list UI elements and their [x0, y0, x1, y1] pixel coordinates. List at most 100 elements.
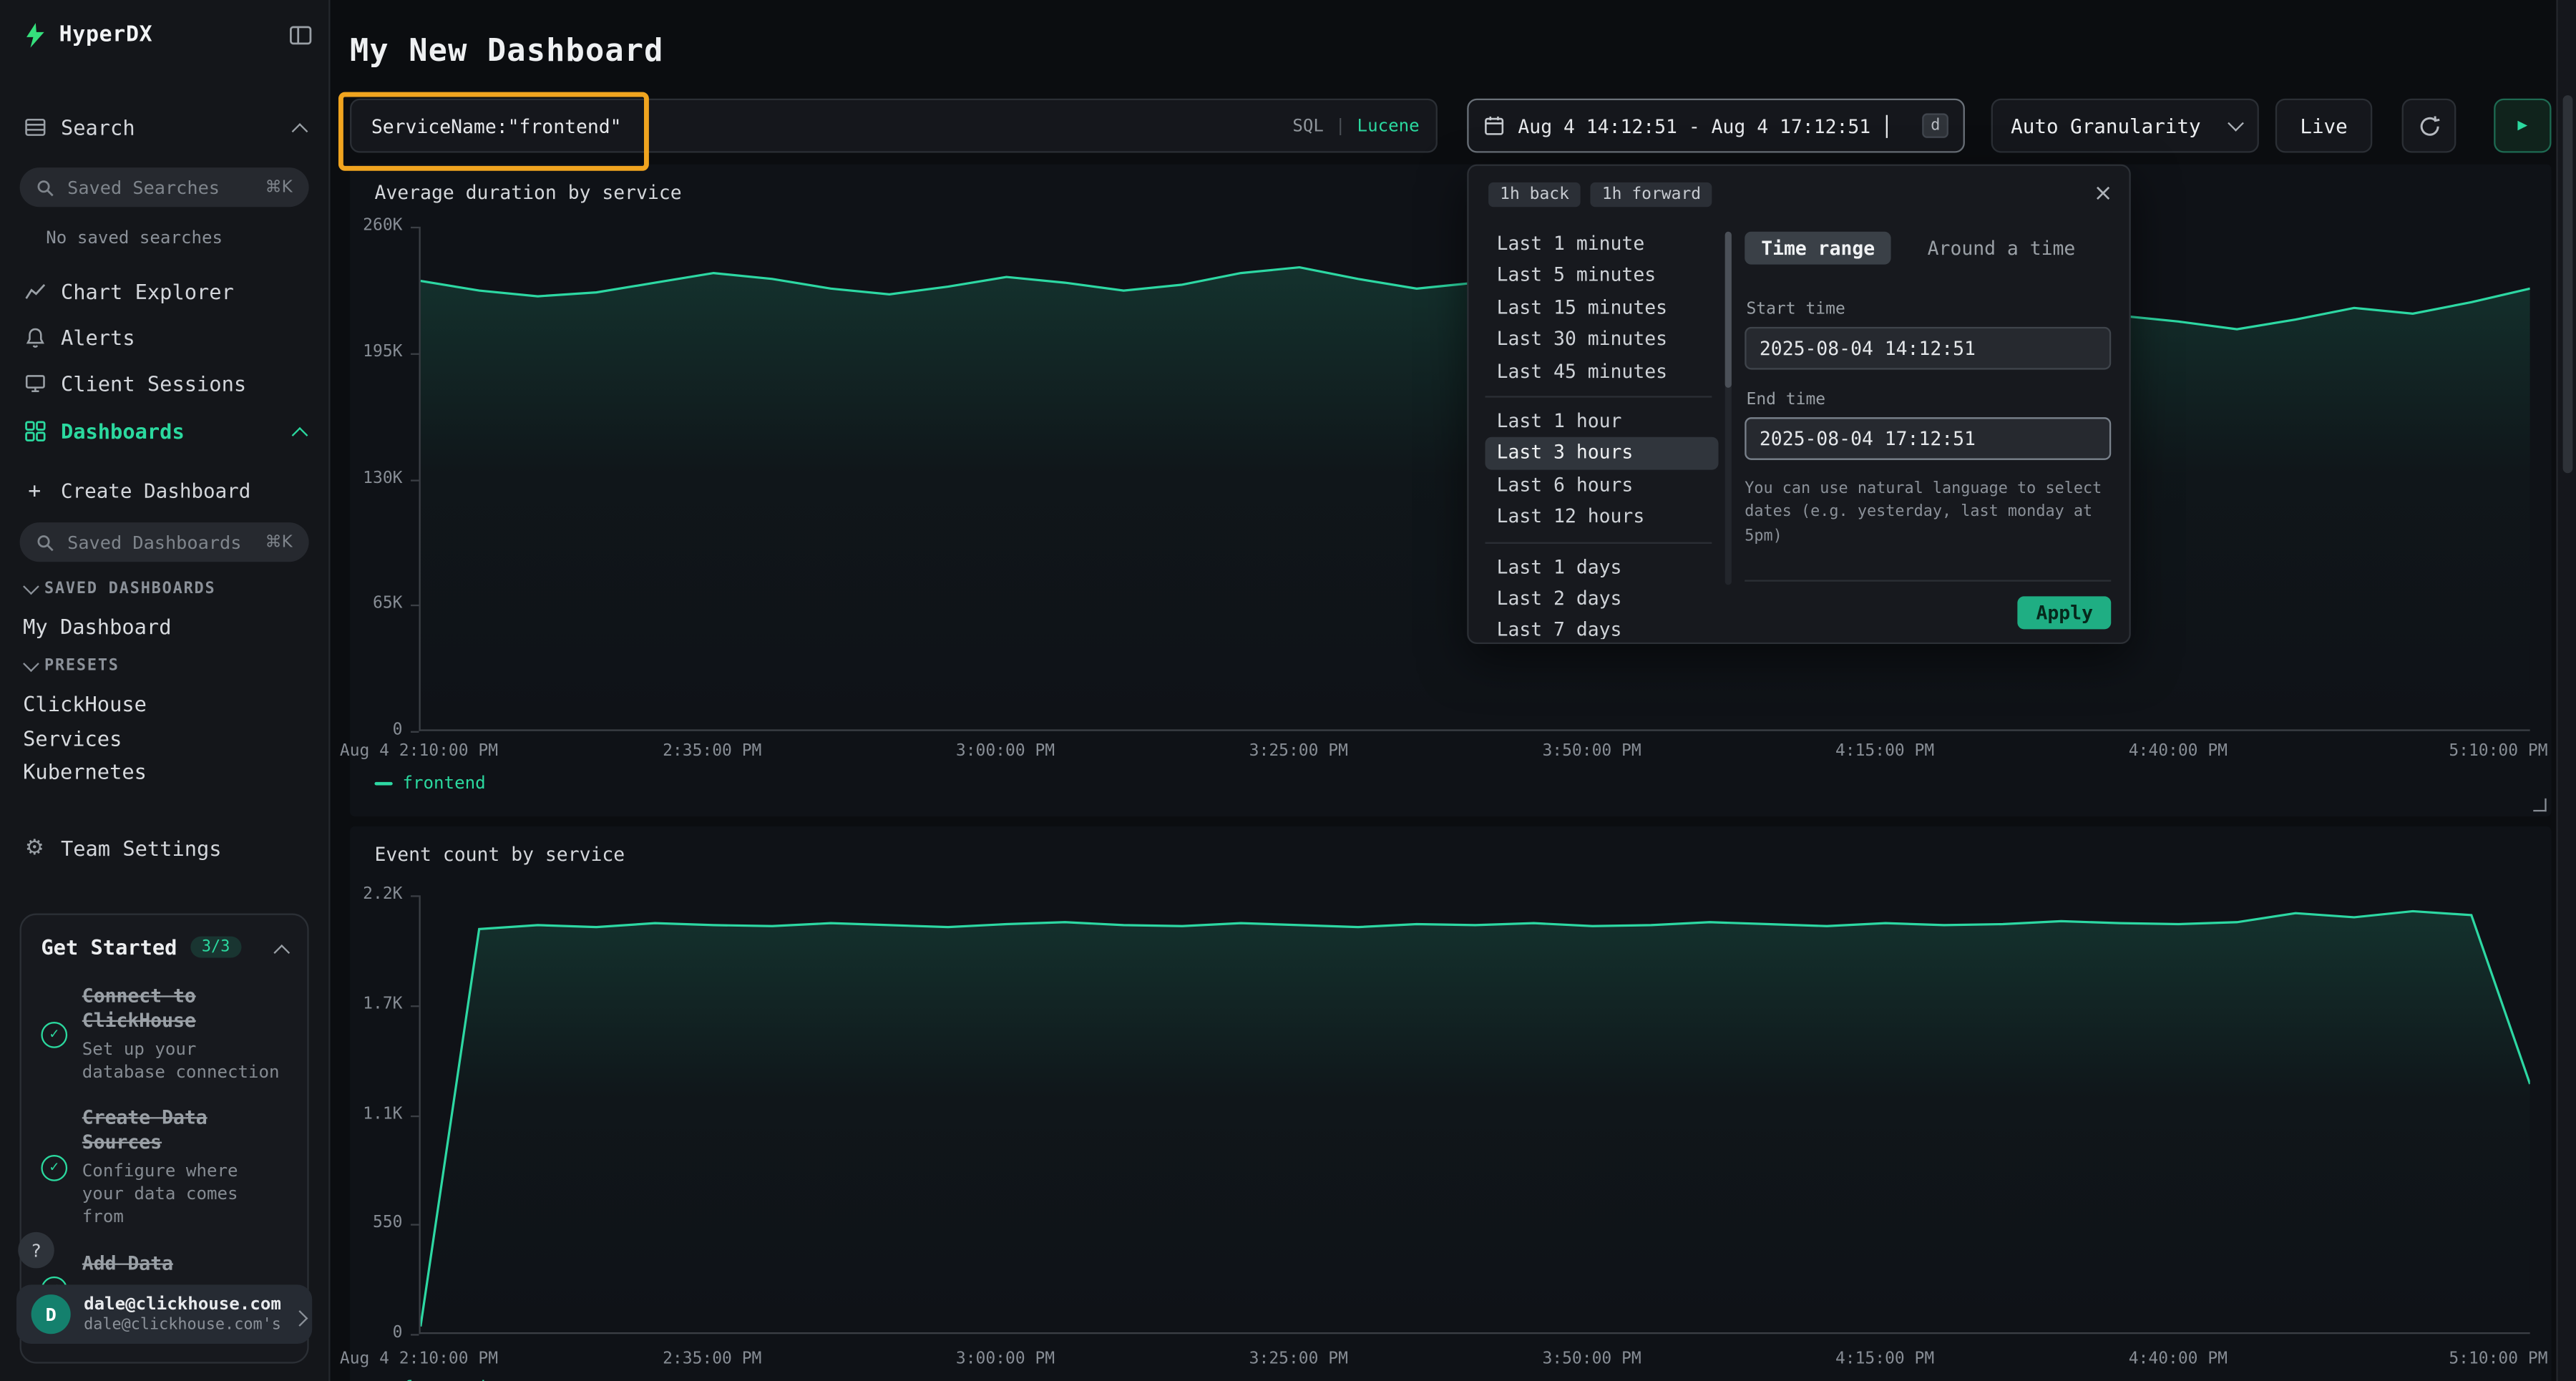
sidebar-collapse-icon[interactable]	[289, 24, 312, 45]
sidebar-item-chart-explorer[interactable]: Chart Explorer	[0, 273, 328, 309]
query-field[interactable]	[368, 112, 1292, 139]
monitor-icon	[23, 372, 46, 394]
chevron-up-icon	[276, 932, 288, 963]
time-option[interactable]: Last 15 minutes	[1485, 292, 1718, 324]
divider	[1485, 542, 1712, 543]
y-axis-label: 2.2K	[363, 885, 402, 903]
chevron-down-icon	[23, 578, 39, 595]
plus-icon: +	[23, 479, 46, 503]
scrollbar-thumb[interactable]	[1725, 232, 1732, 388]
close-icon[interactable]: ×	[2094, 182, 2113, 205]
shift-back-button[interactable]: 1h back	[1488, 182, 1581, 206]
check-icon: ✓	[41, 1155, 67, 1181]
y-axis-label: 1.1K	[363, 1105, 402, 1123]
calendar-icon	[1483, 115, 1505, 137]
x-axis-label: 4:40:00 PM	[2129, 1350, 2228, 1368]
task-desc: Set up your database connection	[82, 1038, 288, 1085]
sidebar-item-search[interactable]: Search	[0, 109, 328, 145]
run-query-button[interactable]: ▶	[2494, 99, 2551, 153]
start-time-label: Start time	[1747, 301, 2112, 318]
x-axis-label: 2:35:00 PM	[663, 743, 761, 761]
sql-toggle[interactable]: SQL	[1292, 116, 1324, 136]
saved-dashboards-field[interactable]	[64, 530, 255, 554]
page-scrollbar[interactable]	[2556, 0, 2576, 1381]
popover-scrollbar[interactable]	[1725, 232, 1732, 585]
chart-legend[interactable]: frontend	[374, 774, 485, 794]
chart-legend[interactable]: frontend	[374, 1378, 485, 1381]
task-create-data-sources[interactable]: ✓ Create Data Sources Configure where yo…	[41, 1106, 287, 1230]
time-option[interactable]: Last 1 hour	[1485, 406, 1718, 438]
time-option[interactable]: Last 1 days	[1485, 551, 1718, 583]
sidebar-item-dashboards[interactable]: Dashboards	[0, 412, 328, 449]
create-dashboard-button[interactable]: + Create Dashboard	[0, 473, 328, 509]
custom-range-panel: Time range Around a time Start time End …	[1745, 232, 2111, 549]
task-title: Add Data	[82, 1251, 288, 1276]
legend-dash-icon	[374, 782, 392, 786]
plot-area[interactable]	[419, 895, 2529, 1334]
time-option[interactable]: Last 45 minutes	[1485, 356, 1718, 388]
help-button[interactable]: ?	[18, 1232, 54, 1269]
chevron-down-icon	[2228, 115, 2244, 132]
granularity-select[interactable]: Auto Granularity	[1991, 99, 2259, 153]
query-search-input[interactable]: SQL | Lucene	[350, 99, 1438, 153]
tab-time-range[interactable]: Time range	[1745, 232, 1891, 265]
start-time-input[interactable]	[1745, 327, 2111, 370]
time-option[interactable]: Last 2 days	[1485, 583, 1718, 615]
time-option[interactable]: Last 6 hours	[1485, 469, 1718, 502]
sidebar-item-label: Team Settings	[61, 835, 222, 859]
sidebar-item-kubernetes[interactable]: Kubernetes	[23, 759, 147, 784]
time-range-input[interactable]: Aug 4 14:12:51 - Aug 4 17:12:51 d	[1467, 99, 1965, 153]
sidebar-item-clickhouse[interactable]: ClickHouse	[23, 692, 147, 716]
sidebar-item-team-settings[interactable]: ⚙ Team Settings	[0, 829, 328, 866]
lucene-toggle[interactable]: Lucene	[1357, 116, 1420, 136]
saved-searches-input[interactable]: ⌘K	[20, 167, 309, 207]
tab-around-a-time[interactable]: Around a time	[1911, 232, 2092, 265]
time-option[interactable]: Last 1 minute	[1485, 228, 1718, 260]
language-toggle[interactable]: SQL | Lucene	[1292, 116, 1419, 136]
hyperdx-logo-icon	[23, 22, 47, 47]
section-label: SAVED DASHBOARDS	[44, 580, 215, 597]
sidebar-header: HyperDX	[23, 16, 312, 53]
time-option[interactable]: Last 7 days	[1485, 615, 1718, 639]
time-option[interactable]: Last 3 hours	[1485, 437, 1718, 469]
apply-button[interactable]: Apply	[2018, 596, 2111, 629]
user-menu[interactable]: D dale@clickhouse.com dale@clickhouse.co…	[16, 1284, 312, 1344]
live-button[interactable]: Live	[2275, 99, 2372, 153]
popover-header: 1h back 1h forward ×	[1488, 177, 2112, 210]
saved-searches-field[interactable]	[64, 175, 255, 200]
legend-label: frontend	[402, 774, 485, 794]
page-scrollbar-thumb[interactable]	[2562, 95, 2572, 473]
user-org: dale@clickhouse.com's	[84, 1317, 281, 1334]
sidebar-item-client-sessions[interactable]: Client Sessions	[0, 365, 328, 401]
chevron-up-icon	[294, 418, 306, 442]
resize-handle-icon[interactable]	[2533, 799, 2546, 811]
shift-forward-button[interactable]: 1h forward	[1591, 182, 1712, 206]
sidebar-item-alerts[interactable]: Alerts	[0, 318, 328, 355]
time-option[interactable]: Last 5 minutes	[1485, 260, 1718, 293]
saved-dashboards-input[interactable]: ⌘K	[20, 522, 309, 562]
end-time-input[interactable]	[1745, 417, 2111, 460]
chart-card-avg-duration: Average duration by service 065K130K195K…	[350, 165, 2552, 816]
line-chart-svg	[421, 895, 2530, 1332]
task-title: Create Data Sources	[82, 1106, 288, 1156]
refresh-button[interactable]	[2402, 99, 2457, 153]
section-saved-dashboards[interactable]: SAVED DASHBOARDS	[23, 580, 215, 597]
apply-row: Apply	[1745, 580, 2111, 629]
time-option[interactable]: Last 12 hours	[1485, 502, 1718, 534]
section-label: PRESETS	[44, 657, 119, 675]
task-desc: Configure where your data comes from	[82, 1160, 288, 1230]
sidebar-item-services[interactable]: Services	[23, 726, 122, 751]
x-axis-label: 3:25:00 PM	[1249, 743, 1348, 761]
sidebar-item-my-dashboard[interactable]: My Dashboard	[23, 615, 171, 639]
time-option[interactable]: Last 30 minutes	[1485, 324, 1718, 356]
main-content: My New Dashboard SQL | Lucene Aug 4 14:1…	[328, 0, 2576, 1381]
get-started-header[interactable]: Get Started 3/3	[41, 932, 287, 963]
toggle-divider: |	[1335, 116, 1346, 136]
x-axis-label: 3:50:00 PM	[1542, 743, 1641, 761]
granularity-label: Auto Granularity	[2011, 114, 2200, 137]
time-range-popover: 1h back 1h forward × Last 1 minuteLast 5…	[1467, 165, 2131, 644]
divider	[1485, 396, 1712, 397]
task-connect-clickhouse[interactable]: ✓ Connect to ClickHouse Set up your data…	[41, 984, 287, 1085]
y-axis-label: 1.7K	[363, 995, 402, 1013]
section-presets[interactable]: PRESETS	[23, 657, 119, 675]
